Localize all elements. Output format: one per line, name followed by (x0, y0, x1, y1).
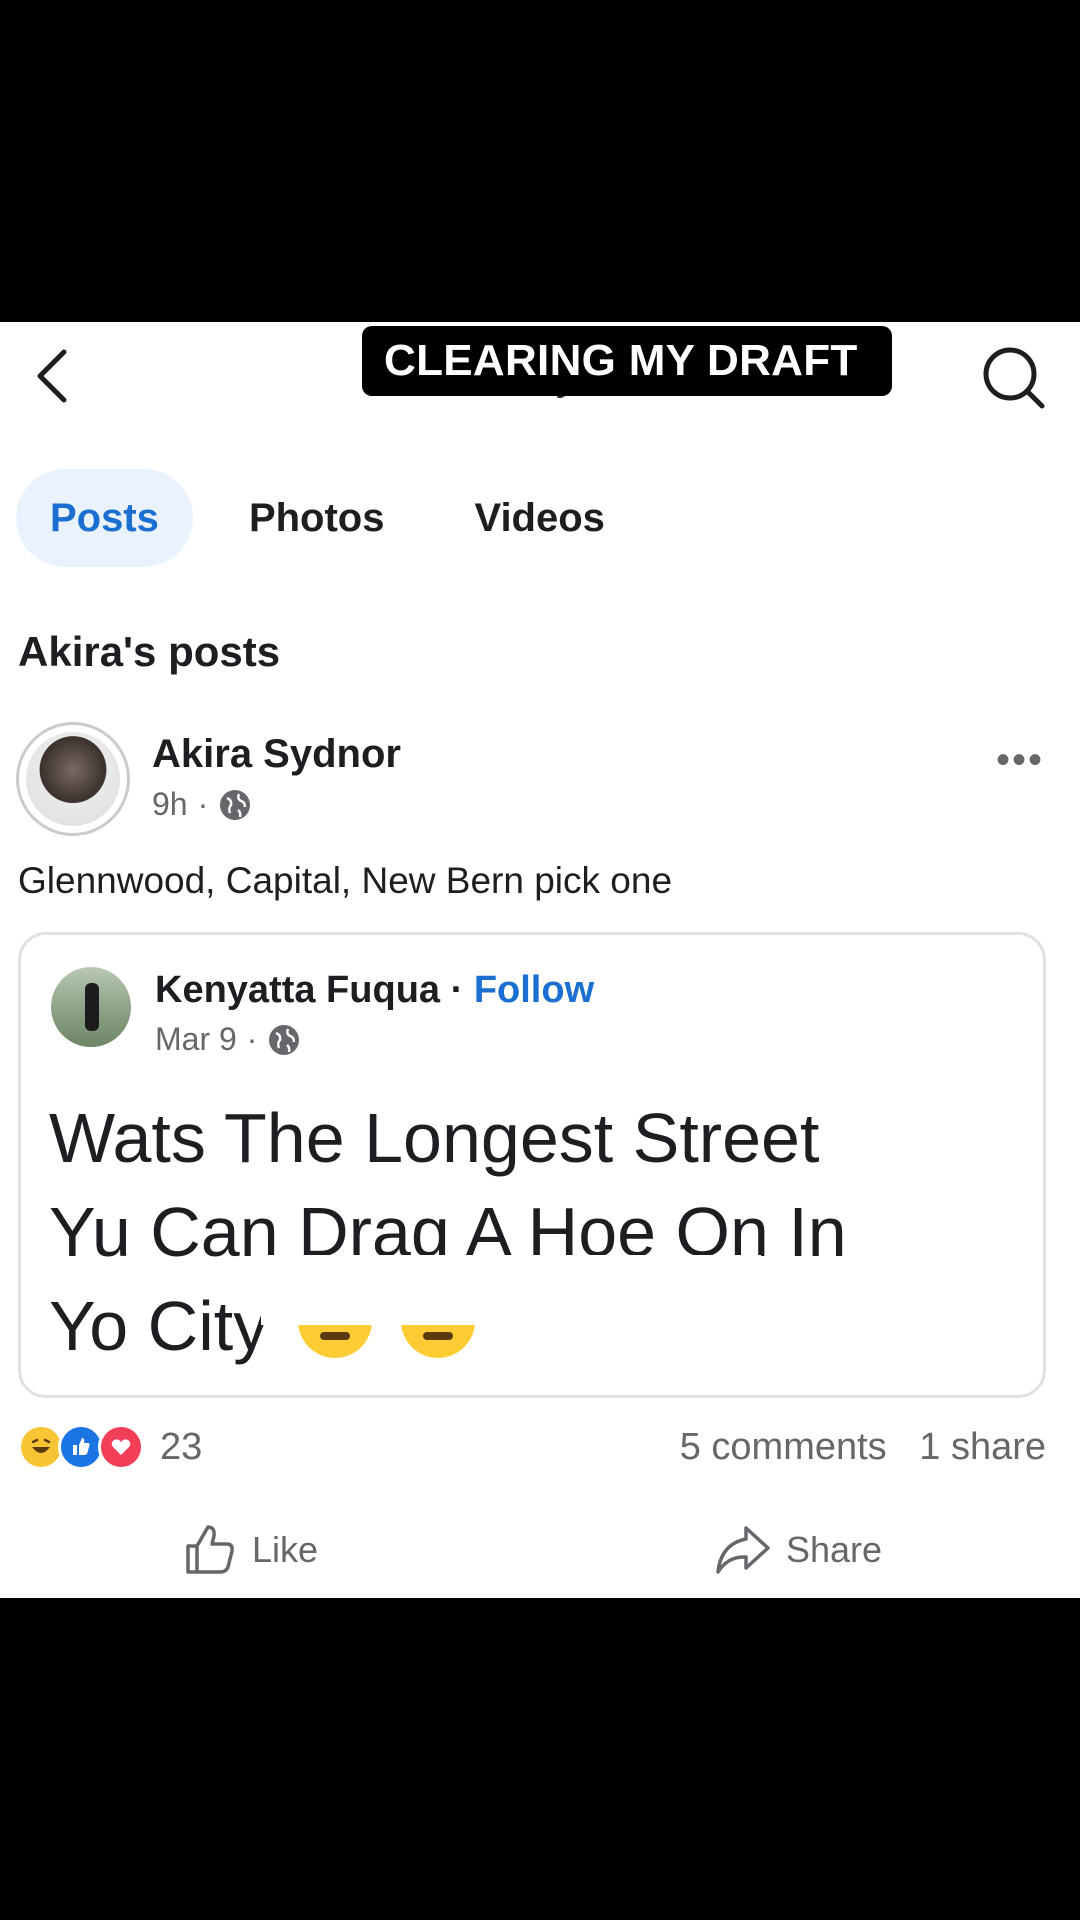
shared-author-avatar[interactable] (51, 967, 131, 1047)
video-caption-overlay: CLEARING MY DRAFT (362, 326, 892, 396)
share-label: Share (786, 1529, 883, 1570)
like-button[interactable]: Like (182, 1520, 318, 1580)
share-arrow-icon (716, 1526, 770, 1574)
tab-posts[interactable]: Posts (16, 469, 193, 567)
shared-meta-separator: · (246, 1021, 258, 1057)
shared-post-text: Wats The Longest Street Yu Can Drag A Ho… (49, 1091, 1009, 1373)
meta-separator: · (197, 786, 209, 822)
section-title: Akira's posts (18, 628, 281, 675)
shared-text-line: Yo City (49, 1287, 269, 1365)
reaction-count: 23 (160, 1425, 203, 1468)
shared-text-line: Wats The Longest Street (49, 1099, 820, 1177)
reactions-summary[interactable]: 23 (18, 1422, 202, 1472)
shared-author-line: Kenyatta Fuqua · Follow (155, 969, 594, 1012)
video-glitch-artifact (261, 1255, 761, 1325)
post-time: 9h (152, 786, 188, 822)
globe-icon (220, 789, 251, 820)
engagement-stats: 5 comments 1 share (658, 1426, 1046, 1469)
follow-button[interactable]: Follow (474, 969, 594, 1011)
author-avatar[interactable] (16, 722, 130, 836)
shared-post-card[interactable]: Kenyatta Fuqua · Follow Mar 9 · Wats The… (18, 932, 1046, 1398)
like-label: Like (252, 1529, 319, 1570)
shared-separator: · (450, 969, 464, 1011)
tab-photos[interactable]: Photos (215, 469, 419, 567)
shares-count[interactable]: 1 share (919, 1426, 1046, 1468)
search-icon (983, 347, 1045, 409)
shared-author-name[interactable]: Kenyatta Fuqua (155, 969, 440, 1011)
more-options-button[interactable]: ••• (996, 738, 1044, 783)
post-actions: Like Share (0, 1520, 1080, 1580)
tab-videos[interactable]: Videos (440, 469, 638, 567)
post-author[interactable]: Akira Sydnor (152, 732, 401, 777)
love-reaction-icon (98, 1424, 144, 1470)
avatar-image (26, 732, 120, 826)
comments-count[interactable]: 5 comments (680, 1426, 887, 1468)
shared-globe-icon (269, 1024, 300, 1055)
shared-meta: Mar 9 · (155, 1021, 301, 1058)
thumbs-up-icon (186, 1525, 234, 1574)
search-button[interactable] (976, 340, 1052, 416)
post-text: Glennwood, Capital, New Bern pick one (18, 860, 673, 901)
profile-posts-screen: Akira Sydnor Posts Photos Videos Akira's… (0, 322, 1080, 1598)
post-meta: 9h · (152, 786, 252, 823)
shared-date: Mar 9 (155, 1021, 237, 1057)
share-button[interactable]: Share (714, 1520, 882, 1580)
profile-tabs: Posts Photos Videos (16, 468, 661, 568)
